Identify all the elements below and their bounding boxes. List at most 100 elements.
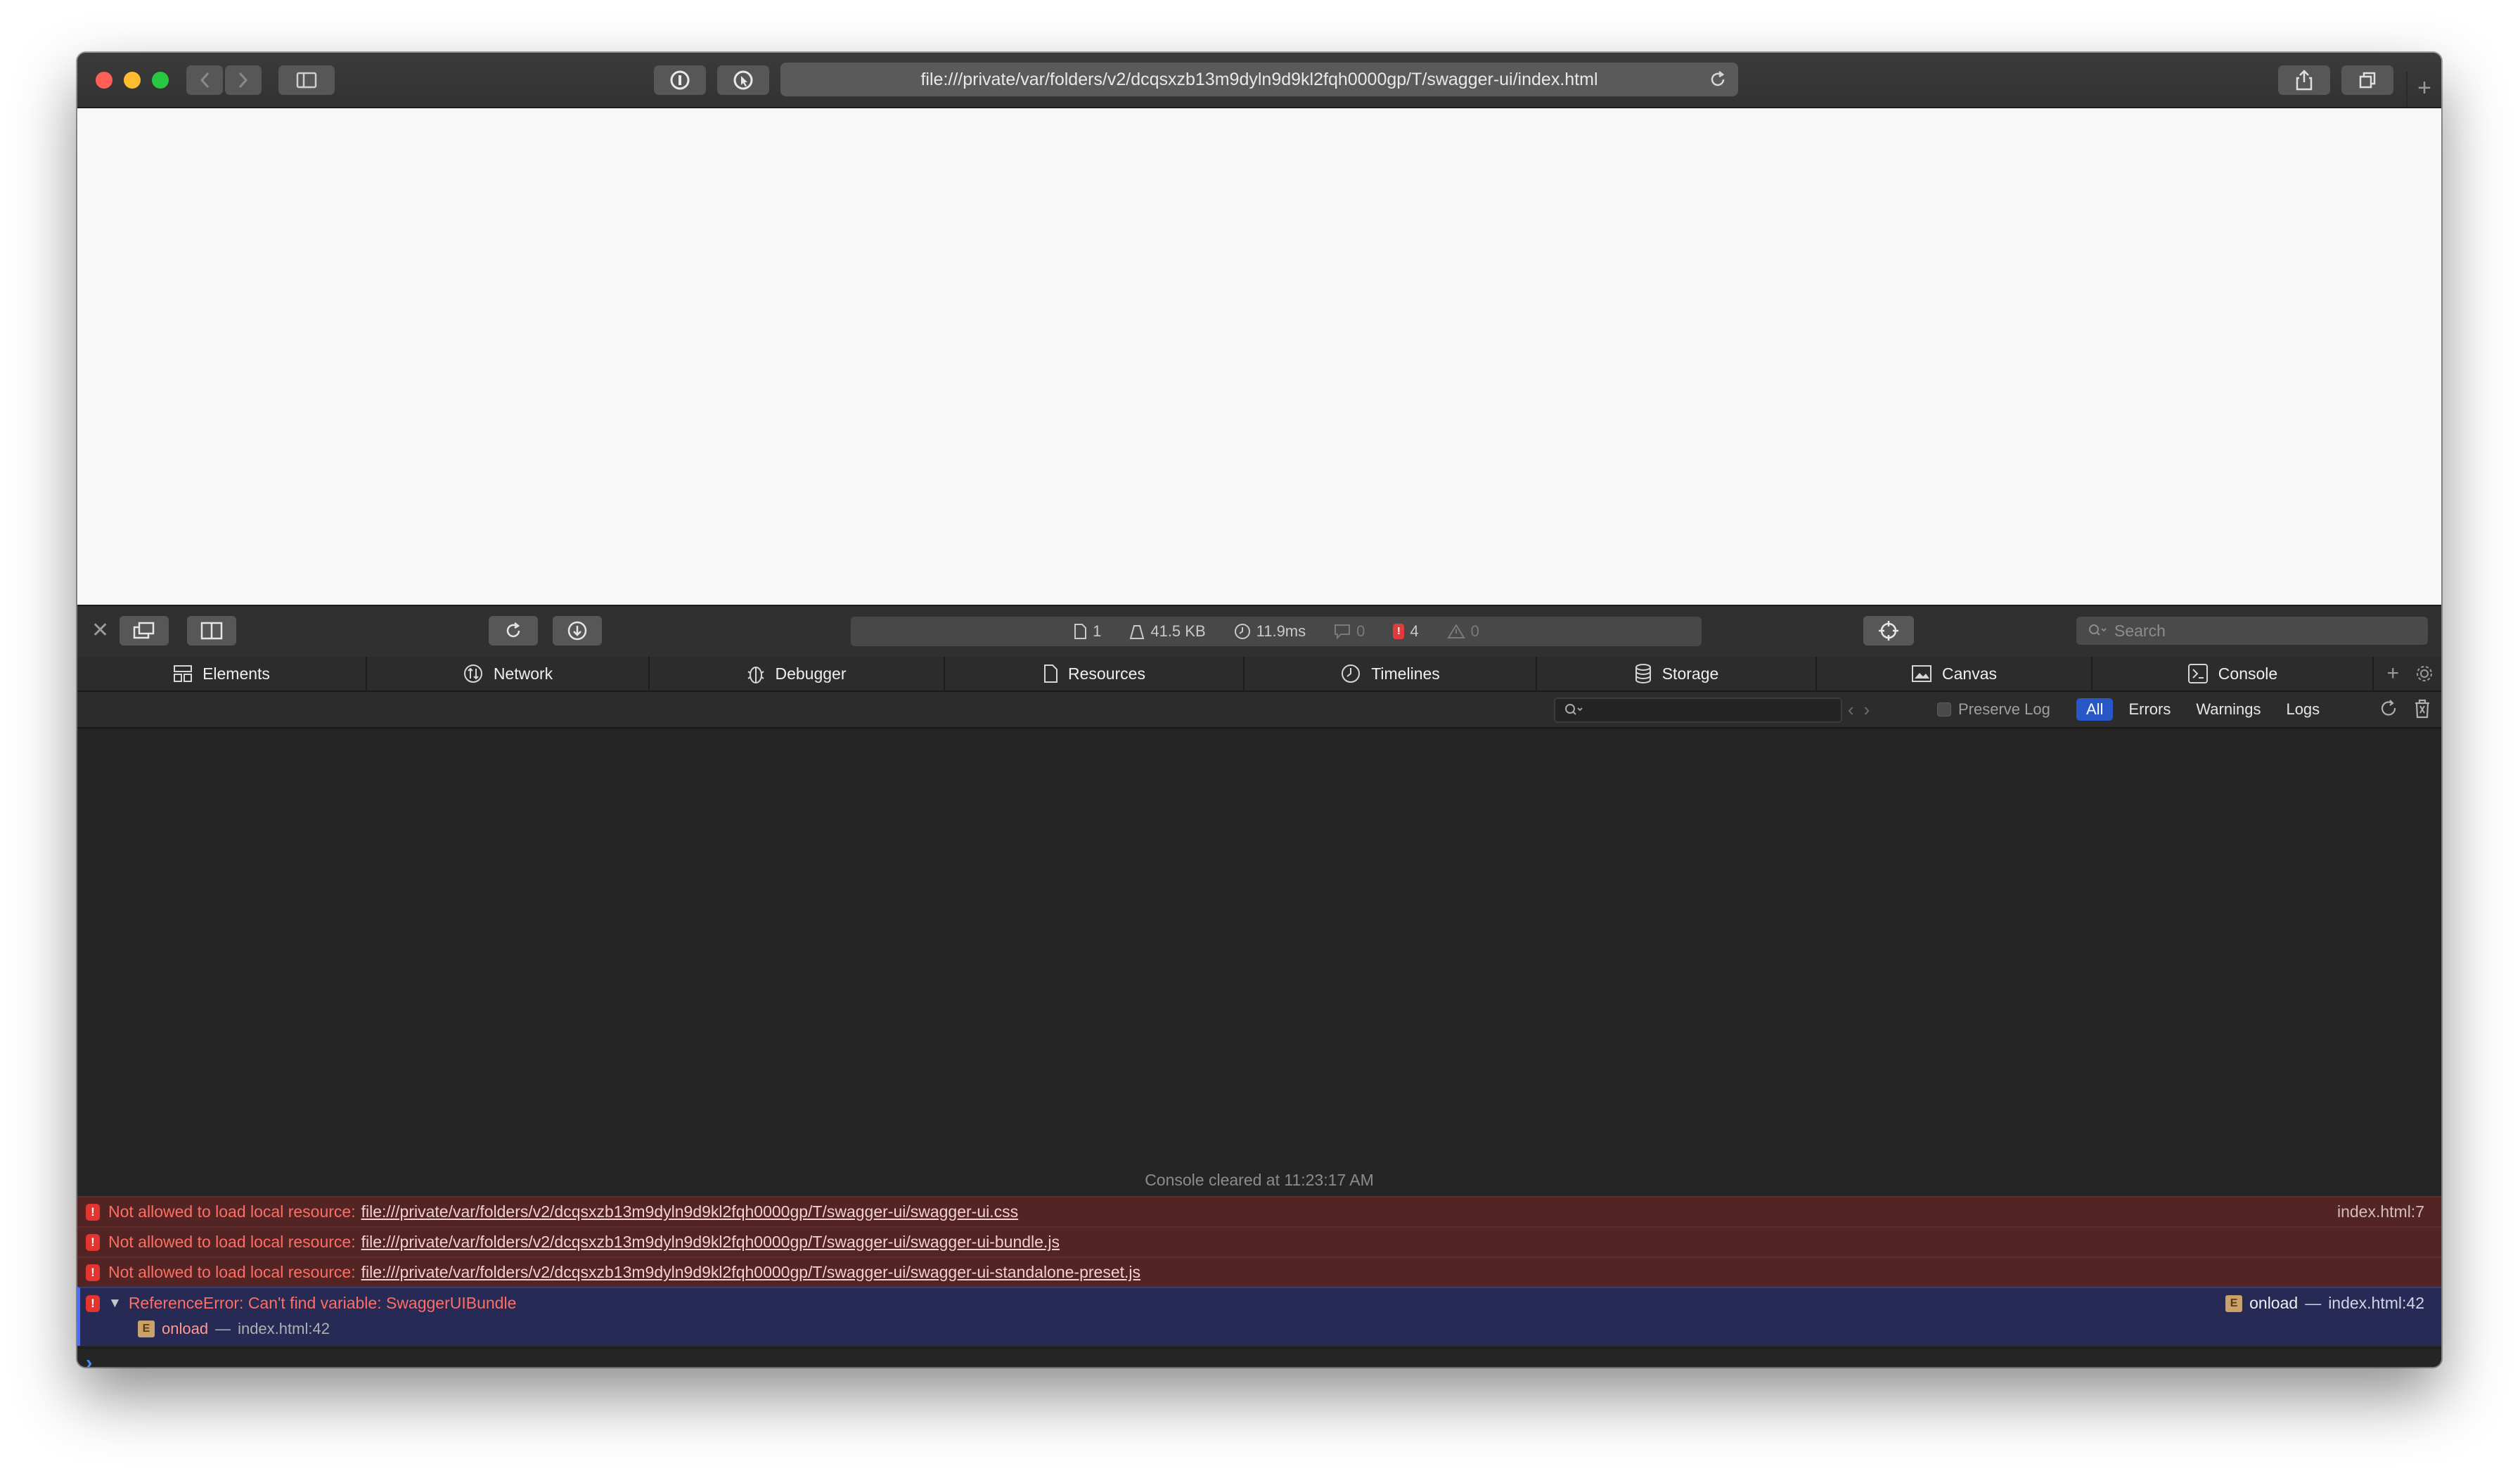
add-tab-icon[interactable]: + xyxy=(2386,662,2399,686)
download-archive-button[interactable] xyxy=(553,616,602,645)
share-button[interactable] xyxy=(2278,65,2330,95)
cursor-click-icon xyxy=(733,70,753,90)
activity-viewer[interactable]: 1 41.5 KB 11.9ms 0 ! 4 0 xyxy=(851,617,1702,646)
sidebar-toggle-button[interactable] xyxy=(278,65,335,95)
console-filter-input[interactable] xyxy=(1554,698,1842,723)
speech-bubble-icon xyxy=(1335,624,1351,639)
prompt-chevron-icon: › xyxy=(86,1351,93,1367)
stack-frame[interactable]: E onload — index.html:42 xyxy=(138,1320,330,1338)
minimize-window-button[interactable] xyxy=(124,72,141,89)
next-match-icon[interactable]: › xyxy=(1864,699,1870,721)
error-summary: ! ▼ ReferenceError: Can't find variable:… xyxy=(86,1294,516,1313)
error-icon: ! xyxy=(1393,624,1405,639)
tab-storage[interactable]: Storage xyxy=(1537,657,1817,690)
call-site-location[interactable]: index.html:42 xyxy=(2328,1294,2424,1313)
back-button[interactable] xyxy=(186,65,223,95)
error-text: Not allowed to load local resource: xyxy=(108,1202,356,1221)
level-logs-button[interactable]: Logs xyxy=(2276,698,2329,721)
level-warnings-button[interactable]: Warnings xyxy=(2186,698,2270,721)
resource-link[interactable]: file:///private/var/folders/v2/dcqsxzb13… xyxy=(361,1263,1140,1282)
tab-canvas[interactable]: Canvas xyxy=(1817,657,2092,690)
new-tab-button[interactable]: + xyxy=(2406,72,2441,107)
level-errors-button[interactable]: Errors xyxy=(2119,698,2180,721)
resource-link[interactable]: file:///private/var/folders/v2/dcqsxzb13… xyxy=(361,1202,1019,1221)
load-time[interactable]: 11.9ms xyxy=(1234,622,1306,641)
preserve-log-checkbox[interactable] xyxy=(1937,702,1951,717)
tab-elements[interactable]: Elements xyxy=(77,657,367,690)
download-icon xyxy=(567,621,587,641)
log-level-filters: All Errors Warnings Logs xyxy=(2076,698,2329,721)
console-cleared-message: Console cleared at 11:23:17 AM xyxy=(1145,1171,1374,1189)
filter-navigation: ‹ › xyxy=(1848,699,1870,721)
console-reference-error[interactable]: ! ▼ ReferenceError: Can't find variable:… xyxy=(77,1287,2441,1346)
close-inspector-icon[interactable]: ✕ xyxy=(91,620,109,641)
console-icon xyxy=(2187,664,2208,683)
timelines-icon xyxy=(1342,664,1361,683)
search-placeholder: Search xyxy=(2114,621,2166,640)
document-icon xyxy=(1074,624,1087,639)
resource-size[interactable]: 41.5 KB xyxy=(1129,622,1206,641)
reload-icon xyxy=(506,622,520,638)
error-text: Not allowed to load local resource: xyxy=(108,1263,356,1281)
stack-frame-function: onload xyxy=(162,1320,209,1337)
log-count[interactable]: 0 xyxy=(1334,622,1365,641)
console-prompt[interactable]: › xyxy=(77,1347,2441,1367)
reload-page-button[interactable] xyxy=(489,616,538,645)
search-icon xyxy=(2089,624,2107,636)
console-error-message[interactable]: ! Not allowed to load local resource: fi… xyxy=(77,1257,2441,1287)
warning-count[interactable]: 0 xyxy=(1446,622,1479,641)
source-location-link[interactable]: index.html:7 xyxy=(2337,1202,2424,1221)
clear-console-trash-icon[interactable] xyxy=(2413,698,2431,719)
call-site-function: onload xyxy=(2249,1294,2299,1312)
disclosure-triangle-icon[interactable]: ▼ xyxy=(108,1296,122,1311)
tab-bar-tools: + xyxy=(2386,657,2441,690)
stack-frame-separator: — xyxy=(215,1320,231,1337)
web-page-content[interactable] xyxy=(77,108,2441,605)
error-count[interactable]: ! 4 xyxy=(1393,622,1419,641)
detach-inspector-button[interactable] xyxy=(120,616,169,645)
error-text: ReferenceError: Can't find variable: Swa… xyxy=(128,1294,517,1312)
maximize-window-button[interactable] xyxy=(152,72,169,89)
resource-link[interactable]: file:///private/var/folders/v2/dcqsxzb13… xyxy=(361,1233,1060,1252)
storage-icon xyxy=(1635,664,1651,683)
error-icon: ! xyxy=(86,1295,100,1312)
filter-search-icon xyxy=(1565,704,1583,715)
tab-overview-button[interactable] xyxy=(2341,65,2393,95)
error-icon: ! xyxy=(86,1233,100,1251)
reload-icon[interactable] xyxy=(1707,69,1728,90)
call-site[interactable]: E onload — index.html:42 xyxy=(2225,1294,2424,1313)
function-badge-icon: E xyxy=(138,1321,155,1337)
web-inspector: ✕ 1 41.5 KB 11.9ms 0 ! 4 0 Search Elemen… xyxy=(77,605,2441,1367)
console-error-message[interactable]: ! Not allowed to load local resource: fi… xyxy=(77,1226,2441,1257)
tab-debugger[interactable]: Debugger xyxy=(650,657,945,690)
browser-toolbar: file:///private/var/folders/v2/dcqsxzb13… xyxy=(77,53,2441,108)
privacy-report-button[interactable] xyxy=(654,65,706,95)
weight-icon xyxy=(1130,625,1145,639)
evaluate-refresh-icon[interactable] xyxy=(2378,698,2399,719)
close-window-button[interactable] xyxy=(96,72,112,89)
info-circle-icon xyxy=(670,70,690,90)
detach-window-icon xyxy=(133,622,155,639)
tab-resources[interactable]: Resources xyxy=(945,657,1245,690)
extension-button[interactable] xyxy=(717,65,769,95)
gear-icon[interactable] xyxy=(2415,664,2434,683)
error-text: Not allowed to load local resource: xyxy=(108,1233,356,1251)
address-bar[interactable]: file:///private/var/folders/v2/dcqsxzb13… xyxy=(780,63,1738,96)
resource-count[interactable]: 1 xyxy=(1073,622,1101,641)
inspector-search-field[interactable]: Search xyxy=(2076,617,2428,645)
element-picker-button[interactable] xyxy=(1863,616,1914,645)
dock-side-button[interactable] xyxy=(187,616,236,645)
console-output: Console cleared at 11:23:17 AM ! Not all… xyxy=(77,728,2441,1367)
tab-network[interactable]: Network xyxy=(367,657,650,690)
previous-match-icon[interactable]: ‹ xyxy=(1848,699,1854,721)
preserve-log-toggle[interactable]: Preserve Log xyxy=(1937,698,2050,721)
inspector-toolbar: ✕ 1 41.5 KB 11.9ms 0 ! 4 0 Search xyxy=(77,605,2441,658)
tab-console[interactable]: Console xyxy=(2092,657,2374,690)
tab-timelines[interactable]: Timelines xyxy=(1245,657,1537,690)
forward-button[interactable] xyxy=(225,65,262,95)
level-all-button[interactable]: All xyxy=(2076,698,2114,721)
stack-frame-location[interactable]: index.html:42 xyxy=(238,1320,330,1338)
console-error-message[interactable]: ! Not allowed to load local resource: fi… xyxy=(77,1196,2441,1226)
console-tools xyxy=(2378,698,2431,719)
browser-window: file:///private/var/folders/v2/dcqsxzb13… xyxy=(77,53,2441,1367)
